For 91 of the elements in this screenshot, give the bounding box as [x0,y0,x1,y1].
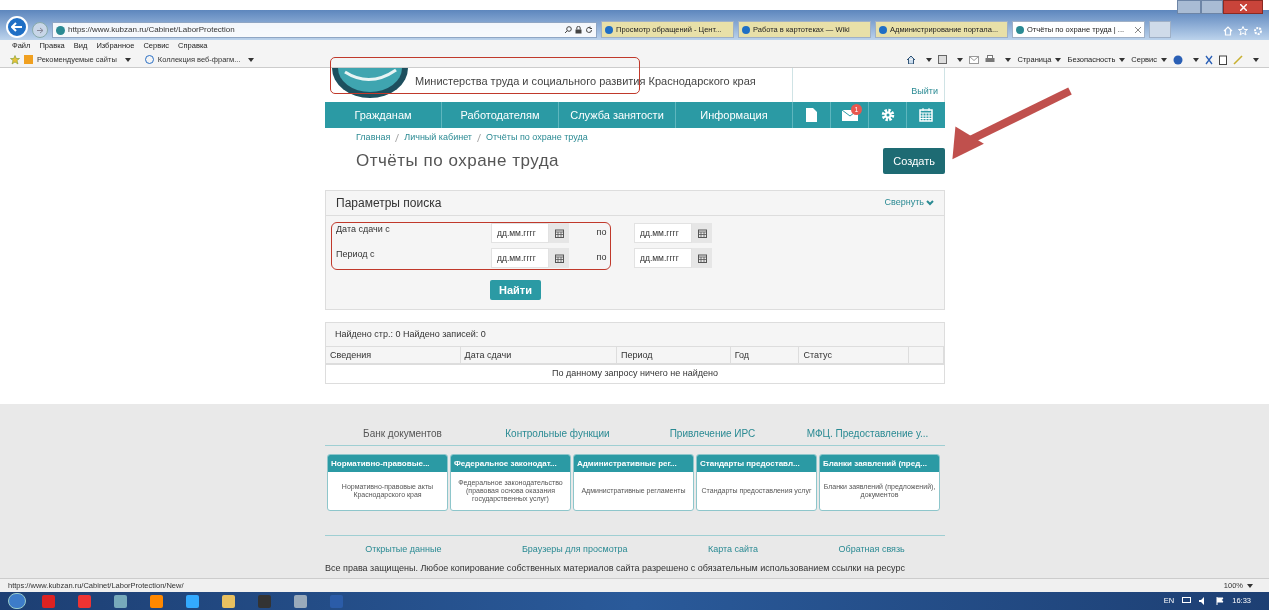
close-icon[interactable] [1135,26,1141,33]
card-title: Нормативно-правовые... [328,455,447,472]
arrow-right-icon [36,26,44,34]
date-field[interactable]: дд.мм.гггг [491,223,549,243]
footer-tab[interactable]: Привлечение ИРС [635,421,790,445]
caret-icon [1253,57,1259,62]
column-header[interactable]: Статус [799,347,910,365]
breadcrumb-link[interactable]: Личный кабинет [404,131,472,145]
caret-icon [1193,57,1199,62]
caret-icon [1119,57,1126,62]
flag-icon[interactable] [1216,597,1225,605]
search-icon[interactable] [564,26,572,34]
calendar-button[interactable] [549,248,569,268]
page-icon [742,25,750,34]
star-icon[interactable] [1238,26,1248,36]
copyright-text: Все права защищены. Любое копирование собственных материалов сайта разрешено с обязательным использованием ссылки на ресурс [325,564,906,573]
card-title: Стандарты предоставл... [697,455,816,472]
card-title: Бланки заявлений (пред... [820,455,939,472]
date-field[interactable]: дд.мм.гггг [491,248,549,268]
card-title: Федеральное законодат... [451,455,570,472]
page-icon [879,25,887,34]
footer-tab[interactable]: Банк документов [325,421,480,445]
calendar-button[interactable] [692,248,712,268]
caret-icon [124,57,131,62]
collapse-link[interactable]: Свернуть [884,196,934,210]
column-header[interactable]: Год [730,347,800,365]
feed-icon[interactable] [938,55,948,64]
close-icon [1239,3,1247,11]
network-icon[interactable] [1182,597,1192,605]
calendar-button[interactable] [692,223,712,243]
caret-icon [1161,57,1167,62]
printer-icon[interactable] [985,55,996,64]
back-button[interactable] [6,16,28,38]
calendar-icon [697,253,707,263]
calendar-icon [554,253,564,263]
breadcrumb-link[interactable]: Отчёты по охране труда [486,131,588,145]
settings-icon [880,108,895,122]
caret-icon [1055,57,1062,62]
calendar-icon [919,108,933,122]
page-title: Отчёты по охране труда [356,150,560,173]
range-label: по [595,226,608,240]
clipboard-icon[interactable] [1219,54,1227,65]
page-icon [1016,25,1024,34]
range-label: по [595,251,608,265]
footer-link[interactable]: Карта сайта [707,543,759,557]
page-icon [605,25,613,34]
lock-icon [575,26,582,34]
start-button[interactable] [8,593,26,609]
field-label: Дата сдачи с [336,223,391,236]
settings-icon[interactable] [1253,26,1263,36]
address-field[interactable]: https://www.kubzan.ru/Cabinet/LaborProtection [52,22,597,38]
breadcrumb-link[interactable]: Главная [356,131,391,145]
footer-link[interactable]: Обратная связь [838,543,905,557]
create-button[interactable]: Создать [883,148,945,174]
document-icon [806,108,817,122]
results-summary: Найдено стр.: 0 Найдено записей: 0 [335,327,486,341]
logout-link[interactable]: Выйти [911,84,938,98]
address-text: https://www.kubzan.ru/Cabinet/LaborProtection [68,24,236,36]
calendar-button[interactable] [549,223,569,243]
caret-icon [1247,583,1253,588]
mail-icon[interactable] [969,55,980,64]
panel-title: Параметры поиска [336,195,442,212]
column-header[interactable]: Сведения [326,347,461,365]
breadcrumb-separator [395,134,400,142]
column-header[interactable]: Период [617,347,731,365]
footer-link[interactable]: Браузеры для просмотра [521,543,628,557]
breadcrumb-separator [477,134,481,142]
caret-icon [1005,57,1012,62]
home-icon[interactable] [906,55,917,64]
calendar-icon [554,228,564,238]
site-icon [56,25,65,35]
close-button[interactable] [1223,0,1263,14]
forward-button[interactable] [32,22,48,38]
footer-link[interactable]: Открытые данные [365,543,442,557]
favorites-star-icon[interactable] [10,54,20,65]
date-field[interactable]: дд.мм.гггг [634,248,692,268]
calendar-icon [697,228,707,238]
caret-icon [957,57,964,62]
footer-tab[interactable]: МФЦ. Предоставление у... [790,421,945,445]
tools-icon[interactable] [1205,54,1213,65]
column-header[interactable]: Дата сдачи [460,347,618,365]
footer-tab[interactable]: Контрольные функции [480,421,635,445]
caret-icon [248,57,255,62]
arrow-left-icon [11,22,23,32]
chevron-icon [926,200,934,206]
empty-message: По данному запросу ничего не найдено [552,367,718,381]
caret-icon [926,57,933,62]
card-title: Административные рег... [574,455,693,472]
field-label: Период с [336,248,376,261]
refresh-icon[interactable] [585,26,593,34]
date-field[interactable]: дд.мм.гггг [634,223,692,243]
